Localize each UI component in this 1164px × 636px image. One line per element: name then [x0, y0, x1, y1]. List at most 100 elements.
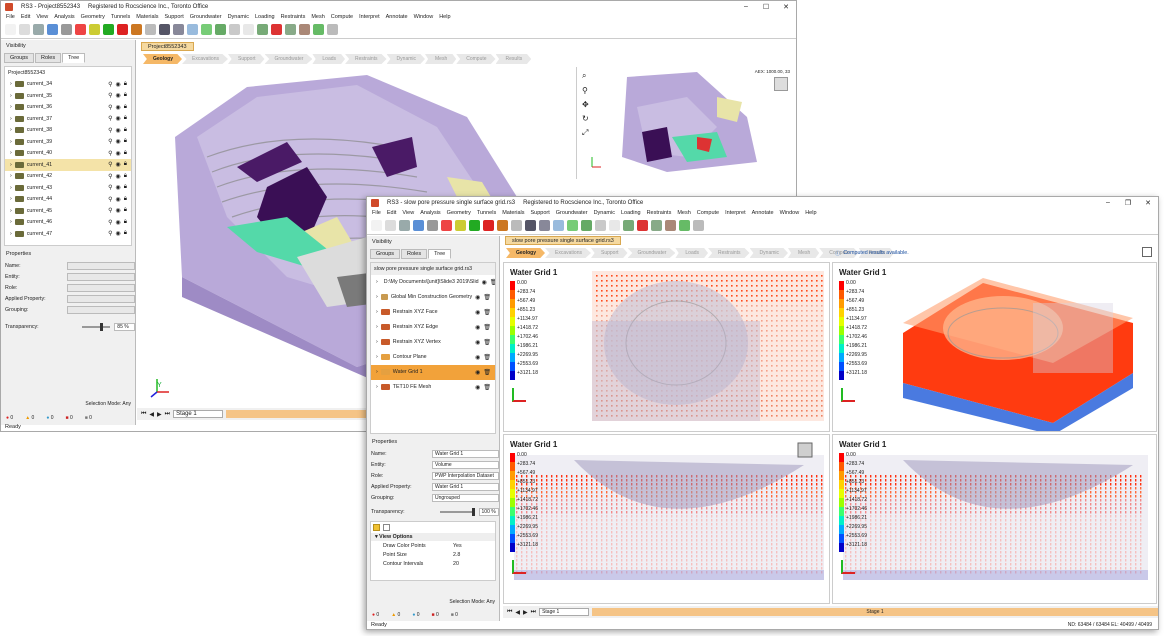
toolbar-tool-6-icon[interactable] — [75, 24, 86, 35]
toolbar-tool-8-icon[interactable] — [469, 220, 480, 231]
prev-stage-icon[interactable]: ◀ — [515, 609, 520, 616]
eye-icon[interactable]: ◉ — [116, 115, 121, 122]
toolbar-tool-2-icon[interactable] — [385, 220, 396, 231]
pin-icon[interactable]: ⚲ — [108, 92, 112, 99]
toolbar-tool-10-icon[interactable] — [131, 24, 142, 35]
tree-item[interactable]: › Restrain XYZ Face ◉ 🗑︎ — [371, 305, 495, 320]
prev-stage-icon[interactable]: ◀ — [149, 411, 154, 418]
tab-groups[interactable]: Groups — [370, 249, 401, 259]
lock-icon[interactable]: 🔒︎ — [124, 184, 127, 191]
delete-icon[interactable]: 🗑︎ — [483, 369, 491, 376]
expand-icon[interactable]: › — [10, 93, 12, 99]
menu-annotate[interactable]: Annotate — [752, 210, 774, 216]
toolbar-tool-16-icon[interactable] — [581, 220, 592, 231]
toolbar-tool-17-icon[interactable] — [595, 220, 606, 231]
workflow-loads[interactable]: Loads — [675, 248, 709, 258]
viewport-top-left[interactable]: Water Grid 1 0.00 +283.74 +567.49 +851.23 +11… — [503, 262, 830, 432]
lock-icon[interactable]: 🔒︎ — [124, 219, 127, 226]
option-value[interactable]: 20 — [453, 561, 459, 567]
workflow-geology[interactable]: Geology — [506, 248, 546, 258]
lock-icon[interactable]: 🔒︎ — [124, 138, 127, 145]
tree-item[interactable]: › Restrain XYZ Vertex ◉ 🗑︎ — [371, 335, 495, 350]
close-icon[interactable]: ✕ — [1138, 199, 1158, 207]
lock-icon[interactable]: 🔒︎ — [124, 127, 127, 134]
menu-edit[interactable]: Edit — [21, 14, 30, 20]
eye-icon[interactable]: ◉ — [475, 369, 480, 376]
menu-dynamic[interactable]: Dynamic — [228, 14, 249, 20]
menu-view[interactable]: View — [36, 14, 48, 20]
eye-icon[interactable]: ◉ — [475, 384, 480, 391]
next-stage-icon[interactable]: ▶ — [523, 609, 528, 616]
eye-icon[interactable]: ◉ — [475, 339, 480, 346]
front-doc-tab[interactable]: slow pore pressure single surface grid.r… — [505, 236, 621, 245]
workflow-excavations[interactable]: Excavations — [545, 248, 591, 258]
delete-icon[interactable]: 🗑︎ — [490, 279, 495, 286]
eye-icon[interactable]: ◉ — [116, 138, 121, 145]
toolbar-tool-20-icon[interactable] — [637, 220, 648, 231]
expand-icon[interactable]: › — [376, 309, 378, 315]
toolbar-tool-7-icon[interactable] — [89, 24, 100, 35]
expand-icon[interactable]: › — [10, 173, 12, 179]
delete-icon[interactable]: 🗑︎ — [483, 294, 491, 301]
pin-icon[interactable]: ⚲ — [108, 230, 112, 237]
toolbar-tool-13-icon[interactable] — [539, 220, 550, 231]
toolbar-tool-1-icon[interactable] — [5, 24, 16, 35]
menu-loading[interactable]: Loading — [621, 210, 641, 216]
eye-icon[interactable]: ◉ — [475, 354, 480, 361]
property-field[interactable]: Volume — [432, 460, 499, 469]
tree-item[interactable]: › current_42 ⚲ ◉ 🔒︎ — [5, 171, 131, 183]
lock-icon[interactable]: 🔒︎ — [124, 207, 127, 214]
menu-mesh[interactable]: Mesh — [311, 14, 324, 20]
expand-icon[interactable]: › — [10, 116, 12, 122]
toolbar-tool-7-icon[interactable] — [455, 220, 466, 231]
viewport-top-right[interactable]: Water Grid 1 0.00 +283.74 +567.49 +851.23 +11… — [832, 262, 1157, 432]
menu-analysis[interactable]: Analysis — [54, 14, 74, 20]
tree-root[interactable]: Project8552343 — [5, 67, 131, 79]
workflow-dynamic[interactable]: Dynamic — [386, 54, 425, 64]
eye-icon[interactable]: ◉ — [482, 279, 487, 286]
transparency-slider[interactable] — [82, 322, 111, 331]
toolbar-tool-20-icon[interactable] — [271, 24, 282, 35]
tab-groups[interactable]: Groups — [4, 53, 35, 63]
menu-file[interactable]: File — [6, 14, 15, 20]
menu-window[interactable]: Window — [780, 210, 800, 216]
front-stage-select[interactable]: Stage 1 — [539, 608, 590, 616]
toolbar-tool-21-icon[interactable] — [285, 24, 296, 35]
tree-item[interactable]: › current_39 ⚲ ◉ 🔒︎ — [5, 136, 131, 148]
eye-icon[interactable]: ◉ — [116, 161, 121, 168]
front-stage-bar[interactable]: Stage 1 — [592, 608, 1158, 616]
tree-root[interactable]: slow pore pressure single surface grid.r… — [371, 263, 495, 275]
tree-item[interactable]: › Restrain XYZ Edge ◉ 🗑︎ — [371, 320, 495, 335]
back-mini-viewport[interactable]: AEX: 1000.00, 33 ⌕ ⚲ ✥ ↻ ⤢ — [576, 67, 794, 179]
back-stage-select[interactable]: Stage 1 — [173, 410, 224, 418]
property-field[interactable] — [67, 294, 135, 303]
menu-materials[interactable]: Materials — [502, 210, 524, 216]
expand-icon[interactable]: › — [376, 279, 378, 285]
menu-window[interactable]: Window — [414, 14, 434, 20]
tree-item[interactable]: › D:\My Documents\[unit]\Slide3 2019\Slid… — [371, 275, 495, 290]
toolbar-tool-8-icon[interactable] — [103, 24, 114, 35]
eye-icon[interactable]: ◉ — [116, 104, 121, 111]
toolbar-tool-12-icon[interactable] — [525, 220, 536, 231]
expand-icon[interactable]: › — [10, 231, 12, 237]
last-stage-icon[interactable]: ⏭ — [165, 411, 170, 418]
menu-tunnels[interactable]: Tunnels — [477, 210, 496, 216]
menu-support[interactable]: Support — [531, 210, 550, 216]
workflow-mesh[interactable]: Mesh — [425, 54, 457, 64]
layout-icon[interactable] — [1142, 247, 1152, 257]
toolbar-tool-3-icon[interactable] — [33, 24, 44, 35]
pin-icon[interactable]: ⚲ — [108, 138, 112, 145]
property-field[interactable]: Ungrouped — [432, 493, 499, 502]
expand-icon[interactable]: › — [376, 294, 378, 300]
menu-edit[interactable]: Edit — [387, 210, 396, 216]
lock-icon[interactable]: 🔒︎ — [124, 161, 127, 168]
toolbar-tool-22-icon[interactable] — [665, 220, 676, 231]
pin-icon[interactable]: ⚲ — [108, 104, 112, 111]
toolbar-tool-21-icon[interactable] — [651, 220, 662, 231]
toolbar-tool-11-icon[interactable] — [511, 220, 522, 231]
workflow-compute[interactable]: Compute — [456, 54, 496, 64]
toolbar-tool-16-icon[interactable] — [215, 24, 226, 35]
toolbar-tool-17-icon[interactable] — [229, 24, 240, 35]
first-stage-icon[interactable]: ⏮ — [507, 609, 512, 616]
toolbar-tool-23-icon[interactable] — [679, 220, 690, 231]
